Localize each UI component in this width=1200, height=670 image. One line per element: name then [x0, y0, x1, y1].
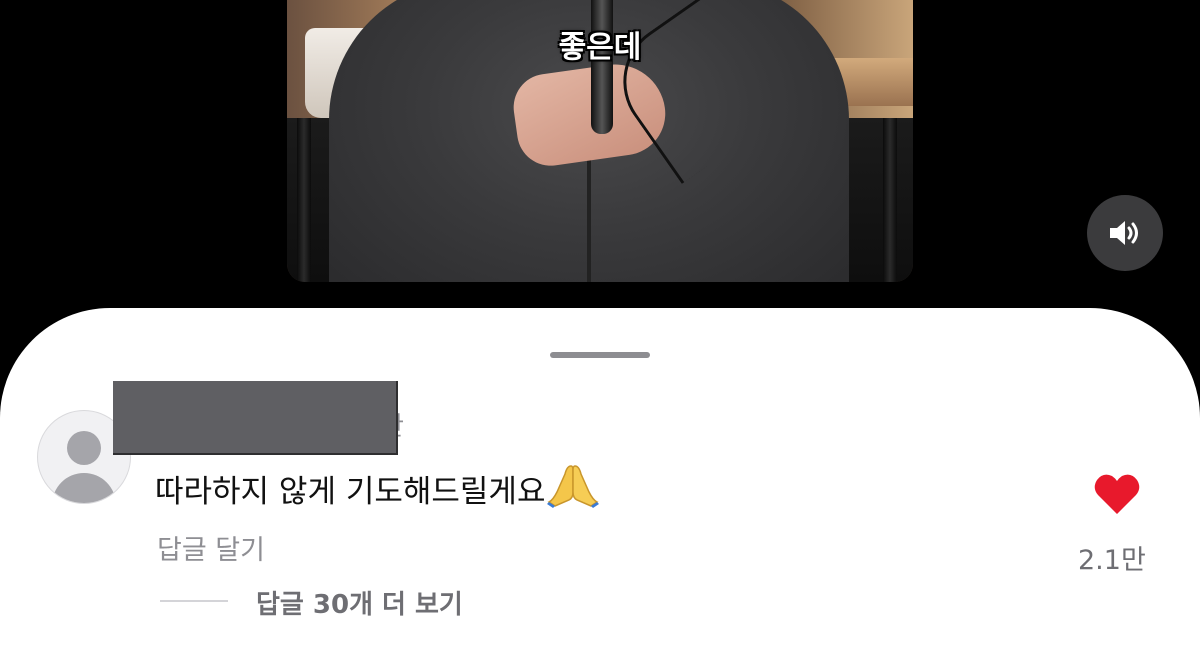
video-sofa-seam — [883, 118, 897, 282]
video-hoodie-zipper — [587, 140, 591, 282]
replies-divider-line — [160, 600, 228, 602]
avatar-head-shape — [67, 431, 101, 465]
screen: 좋은데 안 따라하지 않게 기도해드릴게요 답글 달기 — [0, 0, 1200, 670]
video-sofa-seam — [297, 118, 311, 282]
reply-button[interactable]: 답글 달기 — [157, 528, 265, 567]
speaker-volume-icon — [1110, 221, 1138, 245]
view-more-replies-button[interactable]: 답글 30개 더 보기 — [256, 584, 463, 621]
video-microphone — [591, 0, 613, 134]
comment-text: 따라하지 않게 기도해드릴게요 — [155, 474, 546, 510]
avatar-body-shape — [52, 473, 116, 503]
comment-body: 따라하지 않게 기도해드릴게요 — [155, 462, 600, 511]
sound-toggle-button[interactable] — [1087, 195, 1163, 271]
video-player[interactable]: 좋은데 — [287, 0, 913, 282]
video-subtitle: 좋은데 — [558, 30, 642, 65]
username-redaction — [113, 381, 398, 455]
comments-sheet: 안 따라하지 않게 기도해드릴게요 답글 달기 2.1만 답글 30개 더 보기 — [0, 308, 1200, 670]
sheet-drag-handle[interactable] — [550, 352, 650, 358]
like-count: 2.1만 — [1078, 545, 1146, 576]
heart-filled-icon[interactable] — [1093, 472, 1141, 516]
folded-hands-emoji — [547, 465, 600, 508]
